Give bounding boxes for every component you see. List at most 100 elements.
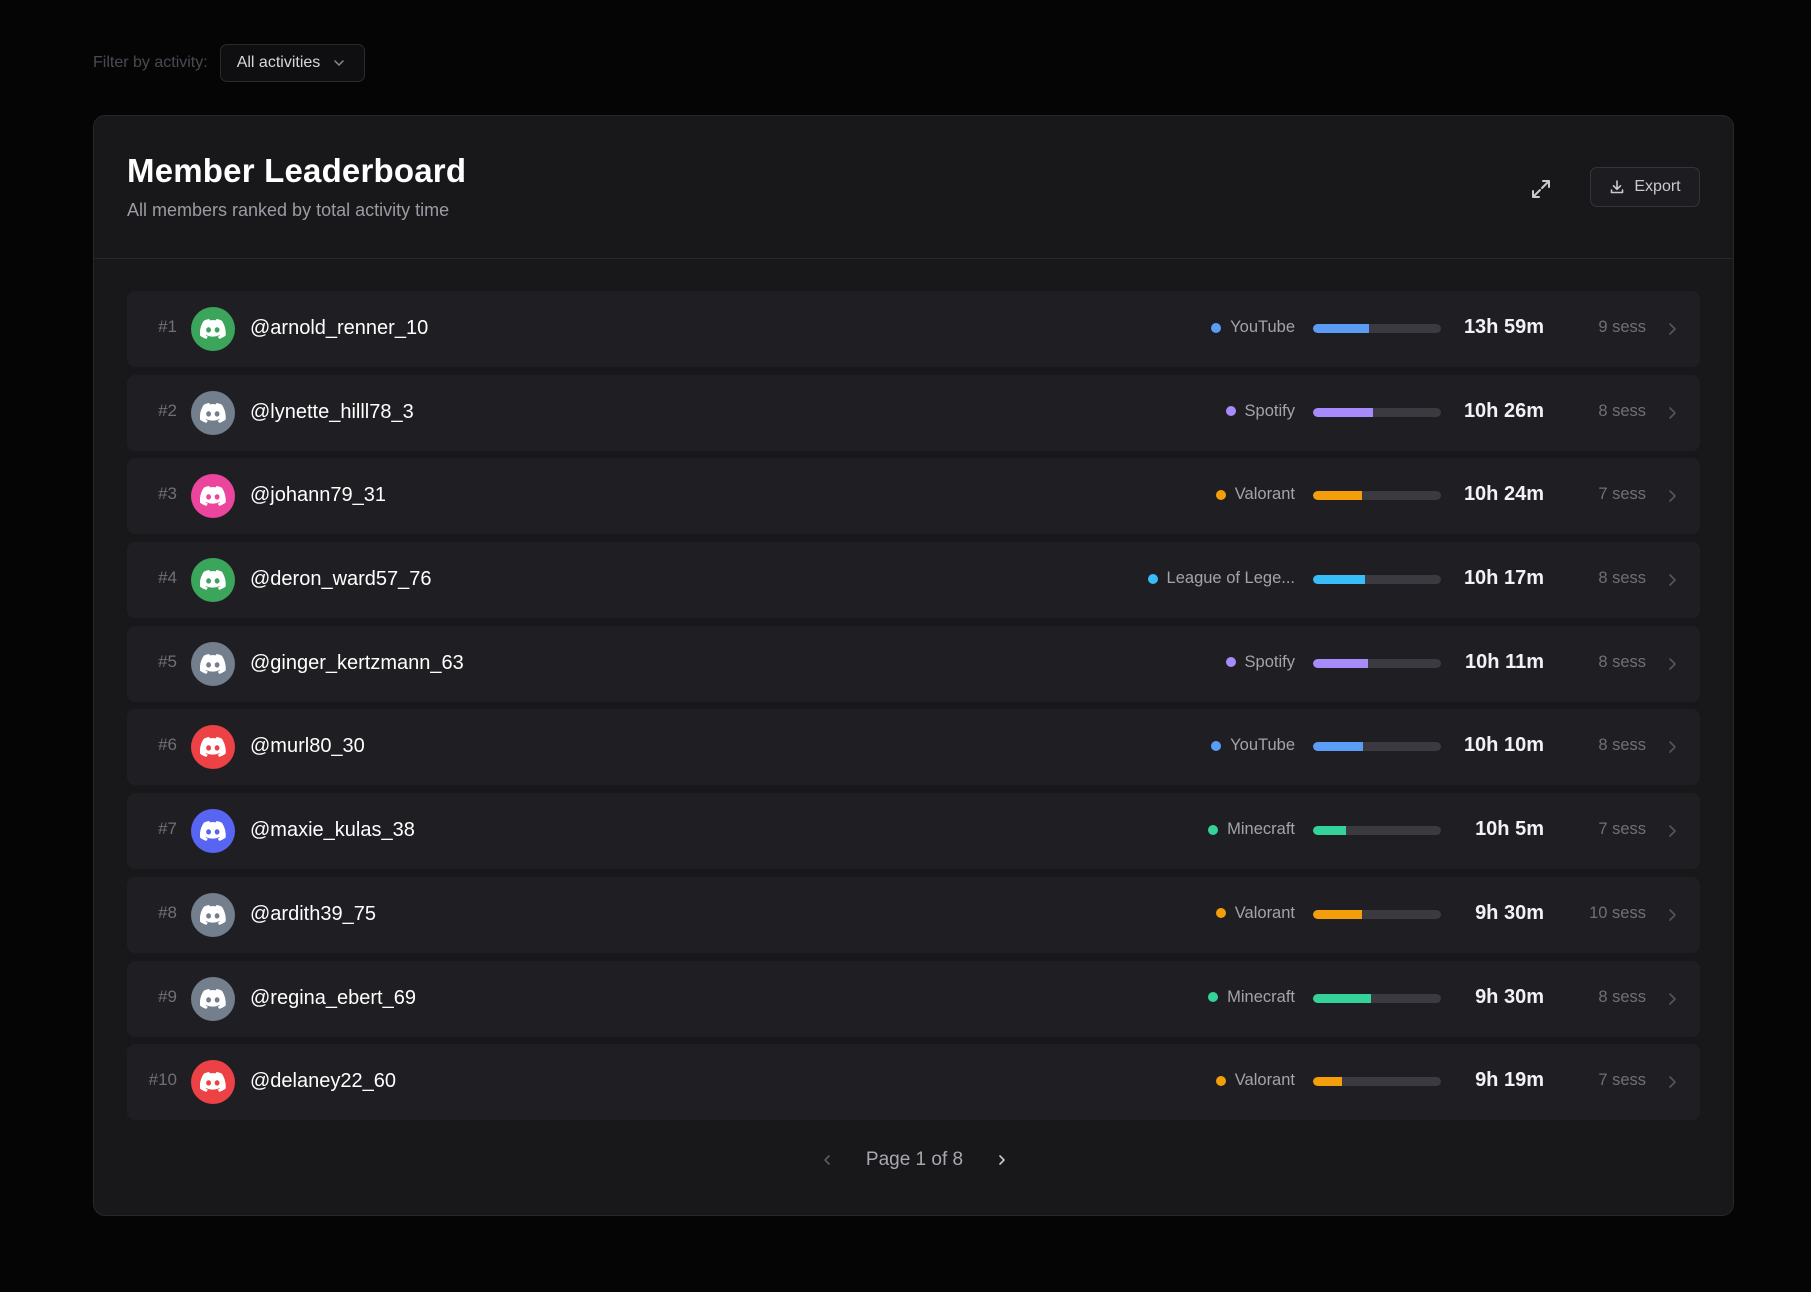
page-subtitle: All members ranked by total activity tim… [127,200,450,220]
username: @deron_ward57_76 [250,568,432,591]
avatar [191,1060,235,1105]
chevron-right-icon[interactable] [1662,989,1682,1009]
activity-tag: Valorant [1215,1071,1295,1090]
activity-progress-bar [1313,658,1441,668]
activity-name: Valorant [1234,1071,1295,1090]
leaderboard-row[interactable]: #9 @regina_ebert_69 Minecraft 9h 30m 8 s… [127,960,1700,1037]
rank-label: #6 [158,735,177,755]
username: @delaney22_60 [250,1070,396,1093]
leaderboard-card: Member Leaderboard All members ranked by… [93,115,1734,1216]
activity-progress-fill [1313,324,1370,333]
activity-tag: Valorant [1215,485,1295,504]
expand-button[interactable] [1525,173,1557,205]
filter-selected-value: All activities [236,54,321,71]
chevron-right-icon[interactable] [1662,486,1682,506]
rank-label: #4 [158,568,177,588]
chevron-down-icon [334,60,345,66]
activity-progress-fill [1313,909,1362,919]
activity-progress-fill [1313,1077,1343,1087]
avatar [191,892,235,937]
discord-icon [200,1072,226,1093]
total-time: 10h 10m [1463,734,1544,757]
discord-icon [200,319,226,339]
download-icon [1611,180,1624,194]
activity-progress-fill [1313,742,1363,752]
session-count: 7 sess [1598,485,1646,504]
session-count: 9 sess [1598,318,1646,336]
export-label: Export [1634,178,1681,195]
activity-name: Spotify [1244,652,1295,671]
session-count: 8 sess [1598,987,1646,1006]
username: @ardith39_75 [250,902,376,925]
username: @arnold_renner_10 [250,317,429,339]
activity-tag: YouTube [1211,318,1295,337]
activity-tag: Spotify [1225,402,1295,421]
session-count: 8 sess [1598,652,1646,671]
leaderboard-row[interactable]: #6 @murl80_30 YouTube 10h 10m 8 sess [127,709,1700,786]
leaderboard-list: #1 @arnold_renner_10 YouTube 13h 59m 9 s… [127,291,1700,1128]
session-count: 7 sess [1598,1071,1646,1090]
activity-tag: Minecraft [1208,820,1295,839]
session-count: 8 sess [1598,736,1646,755]
chevron-right-icon[interactable] [1662,905,1682,925]
page-title: Member Leaderboard [127,152,467,189]
avatar [191,474,235,519]
rank-label: #7 [158,819,177,839]
activity-filter-select[interactable]: All activities [219,44,366,82]
card-header: Member Leaderboard All members ranked by… [94,116,1733,259]
avatar [191,390,235,435]
chevron-right-icon[interactable] [1662,654,1682,674]
activity-progress-bar [1313,1077,1441,1087]
chevron-right-icon[interactable] [1662,821,1682,841]
leaderboard-row[interactable]: #2 @lynette_hilll78_3 Spotify 10h 26m 8 … [127,374,1700,451]
leaderboard-row[interactable]: #5 @ginger_kertzmann_63 Spotify 10h 11m … [127,625,1700,702]
activity-dot [1211,322,1222,333]
rank-label: #9 [158,986,177,1006]
next-page-button[interactable] [991,1149,1013,1171]
activity-tag: Valorant [1215,904,1295,923]
leaderboard-row[interactable]: #1 @arnold_renner_10 YouTube 13h 59m 9 s… [127,291,1700,367]
activity-name: Minecraft [1227,987,1295,1006]
activity-tag: Spotify [1225,652,1295,672]
total-time: 9h 30m [1475,901,1544,924]
leaderboard-row[interactable]: #3 @johann79_31 Valorant 10h 24m 7 sess [127,458,1700,535]
activity-name: Valorant [1234,485,1295,504]
chevron-right-icon[interactable] [1662,1072,1682,1092]
total-time: 13h 59m [1463,316,1544,338]
discord-icon [200,570,226,590]
username: @maxie_kulas_38 [250,819,415,842]
session-count: 8 sess [1598,569,1646,588]
activity-progress-fill [1313,826,1347,836]
chevron-right-icon[interactable] [1662,403,1682,423]
activity-dot [1211,740,1222,751]
previous-page-button[interactable] [816,1149,838,1171]
chevron-right-icon[interactable] [1662,319,1682,339]
total-time: 10h 17m [1463,567,1544,590]
avatar [191,307,235,351]
activity-progress-bar [1313,575,1441,585]
leaderboard-row[interactable]: #4 @deron_ward57_76 League of Lege... 10… [127,542,1700,619]
username: @regina_ebert_69 [250,986,416,1009]
rank-label: #2 [158,400,177,420]
activity-progress-fill [1313,575,1366,585]
leaderboard-row[interactable]: #8 @ardith39_75 Valorant 9h 30m 10 sess [127,876,1700,953]
activity-progress-bar [1313,826,1441,836]
export-button[interactable]: Export [1590,167,1700,207]
session-count: 10 sess [1589,903,1646,922]
activity-dot [1215,1075,1226,1086]
username: @johann79_31 [250,484,386,507]
leaderboard-row[interactable]: #10 @delaney22_60 Valorant 9h 19m 7 sess [127,1044,1700,1121]
avatar [191,809,235,854]
discord-icon [200,653,226,674]
chevron-right-icon[interactable] [1662,737,1682,757]
activity-progress-bar [1313,909,1441,919]
leaderboard-row[interactable]: #7 @maxie_kulas_38 Minecraft 10h 5m 7 se… [127,793,1700,870]
discord-icon [200,737,226,758]
username: @ginger_kertzmann_63 [250,651,464,674]
discord-icon [200,988,226,1009]
chevron-right-icon[interactable] [1662,570,1682,590]
activity-dot [1215,908,1226,919]
activity-dot [1208,992,1219,1002]
activity-progress-bar [1313,742,1441,752]
avatar [191,976,235,1021]
